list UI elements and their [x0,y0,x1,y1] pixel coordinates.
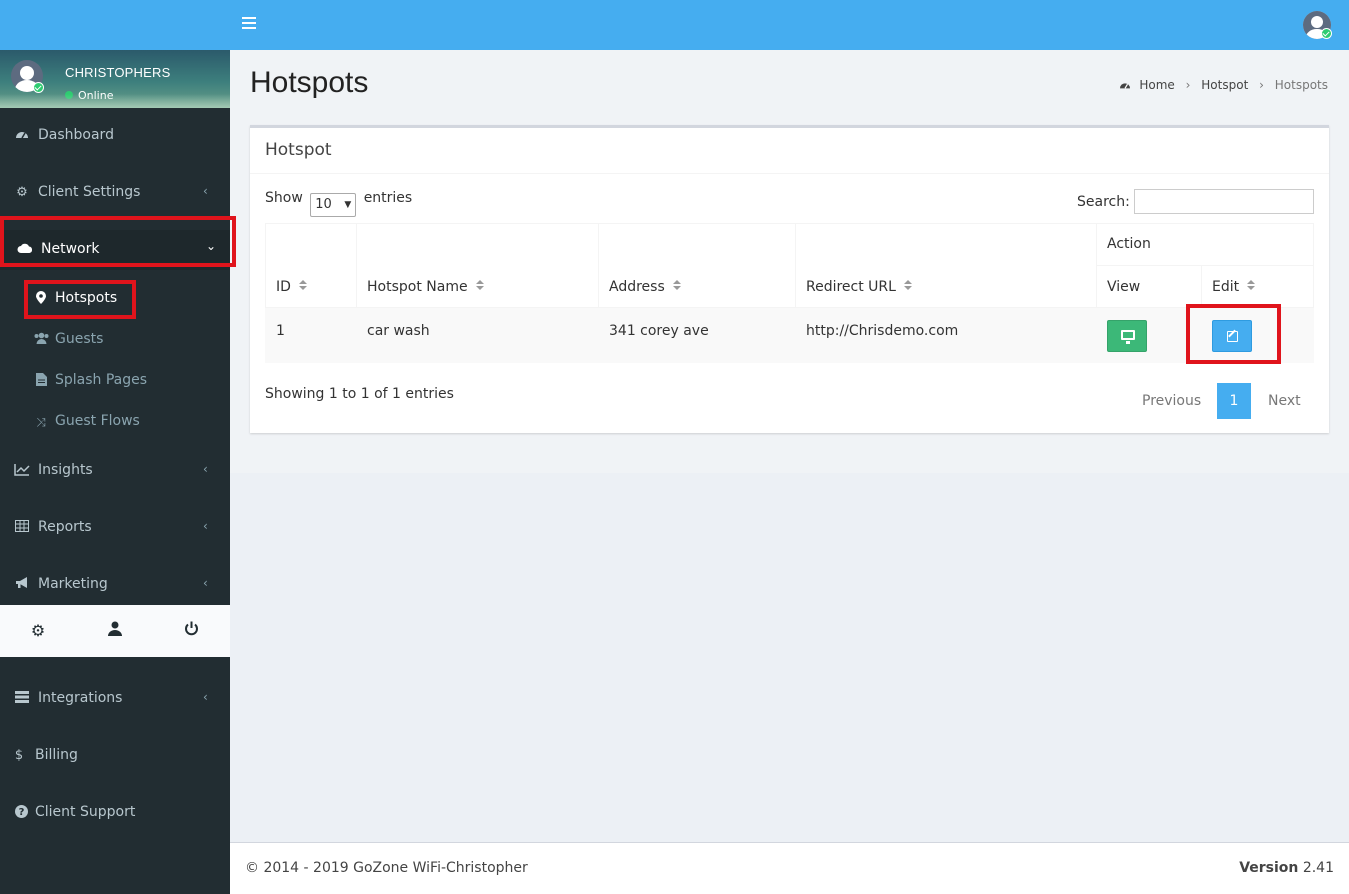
sidebar-item-client-support[interactable]: ? Client Support [0,793,230,833]
sort-icon [672,280,681,292]
column-divider [795,223,796,308]
sidebar-item-integrations[interactable]: Integrations ‹ [0,679,230,719]
view-button[interactable] [1107,320,1147,352]
sidebar-item-insights[interactable]: Insights ‹ [0,451,230,491]
column-header-hotspot-name[interactable]: Hotspot Name [367,279,484,295]
sidebar-subitem-guest-flows[interactable]: ⤨ Guest Flows [0,407,230,437]
sidebar-item-marketing[interactable]: Marketing ‹ [0,565,230,605]
row-divider [1096,265,1314,266]
breadcrumb-separator: › [1185,78,1191,92]
dropdown-arrow-icon: ▼ [344,200,352,210]
footer-copyright: © 2014 - 2019 GoZone WiFi-Christopher [245,860,528,876]
online-check-icon [33,82,44,93]
file-icon [33,373,49,389]
cell-address: 341 corey ave [609,323,709,339]
pagination-page-1[interactable]: 1 [1217,383,1251,419]
show-entries-control: Show 10 ▼ entries [265,190,412,217]
chevron-left-icon: ‹ [203,576,208,590]
column-header-view: View [1107,279,1141,295]
user-status: Online [65,89,113,102]
column-header-redirect-url[interactable]: Redirect URL [806,279,912,295]
sidebar-item-billing[interactable]: $ Billing [0,736,230,776]
user-name: CHRISTOPHERS [65,65,171,80]
column-header-action: Action [1107,236,1151,252]
sidebar-toggle-icon[interactable] [242,17,256,31]
sidebar: CHRISTOPHERS Online Dashboard ⚙ Client S… [0,50,236,894]
sidebar-item-client-settings[interactable]: ⚙ Client Settings ‹ [0,173,230,213]
chevron-left-icon: ‹ [203,690,208,704]
settings-gear-icon[interactable]: ⚙ [28,621,48,641]
chevron-left-icon: ‹ [203,184,208,198]
user-panel: CHRISTOPHERS Online [0,50,230,108]
sort-icon [903,280,912,292]
dollar-icon: $ [14,748,24,763]
pagination-previous[interactable]: Previous [1142,393,1201,409]
highlight-network [0,216,236,267]
breadcrumb-home[interactable]: Home [1139,78,1174,92]
box-title: Hotspot [265,140,332,160]
cell-id: 1 [276,323,285,339]
bullhorn-icon [14,577,30,593]
column-header-edit[interactable]: Edit [1212,279,1256,295]
column-header-address[interactable]: Address [609,279,681,295]
highlight-edit-button [1186,304,1281,364]
sidebar-subitem-splash-pages[interactable]: Splash Pages [0,366,230,396]
content-filler [230,473,1349,842]
random-icon: ⤨ [36,415,46,429]
sidebar-footer: ⚙ [0,605,230,657]
pagination-next[interactable]: Next [1268,393,1301,409]
breadcrumb-separator: › [1259,78,1264,92]
chevron-left-icon: ‹ [203,519,208,533]
cell-hotspot-name: car wash [367,323,430,339]
column-divider [1201,265,1202,308]
footer-version: Version 2.41 [1239,860,1334,876]
box-divider [250,173,1329,174]
profile-user-icon[interactable] [105,621,125,641]
sidebar-item-reports[interactable]: Reports ‹ [0,508,230,548]
search-label: Search: [1077,194,1130,210]
server-icon [14,691,30,707]
line-chart-icon [14,463,30,479]
table-info: Showing 1 to 1 of 1 entries [265,386,454,402]
gear-icon: ⚙ [16,185,28,200]
logo-area[interactable] [0,0,230,50]
users-icon [33,332,49,348]
sidebar-item-dashboard[interactable]: Dashboard [0,116,230,156]
table-icon [14,520,30,536]
search-input[interactable] [1134,189,1314,214]
online-check-icon [1321,28,1332,39]
page-footer: © 2014 - 2019 GoZone WiFi-Christopher Ve… [230,842,1349,894]
status-dot-icon [65,91,73,99]
sidebar-subitem-guests[interactable]: Guests [0,325,230,355]
dashboard-icon [14,128,30,144]
sort-icon [1247,280,1256,292]
svg-text:?: ? [18,807,24,818]
breadcrumb: Home › Hotspot › Hotspots [1119,78,1328,93]
column-header-id[interactable]: ID [276,279,307,295]
chevron-left-icon: ‹ [203,462,208,476]
dashboard-icon [1119,79,1131,93]
question-icon: ? [13,805,29,821]
highlight-hotspots [24,280,136,319]
page-size-select[interactable]: 10 ▼ [310,193,357,217]
column-divider [356,223,357,308]
hotspot-box: Hotspot Show 10 ▼ entries Search: Action … [250,125,1329,433]
column-divider [598,223,599,308]
breadcrumb-hotspot[interactable]: Hotspot [1201,78,1248,92]
sort-icon [475,280,484,292]
sort-icon [298,280,307,292]
monitor-icon [1121,330,1135,344]
cell-redirect-url: http://Chrisdemo.com [806,323,959,339]
page-title: Hotspots [250,66,369,99]
breadcrumb-current: Hotspots [1274,78,1328,92]
power-icon[interactable] [181,621,201,641]
